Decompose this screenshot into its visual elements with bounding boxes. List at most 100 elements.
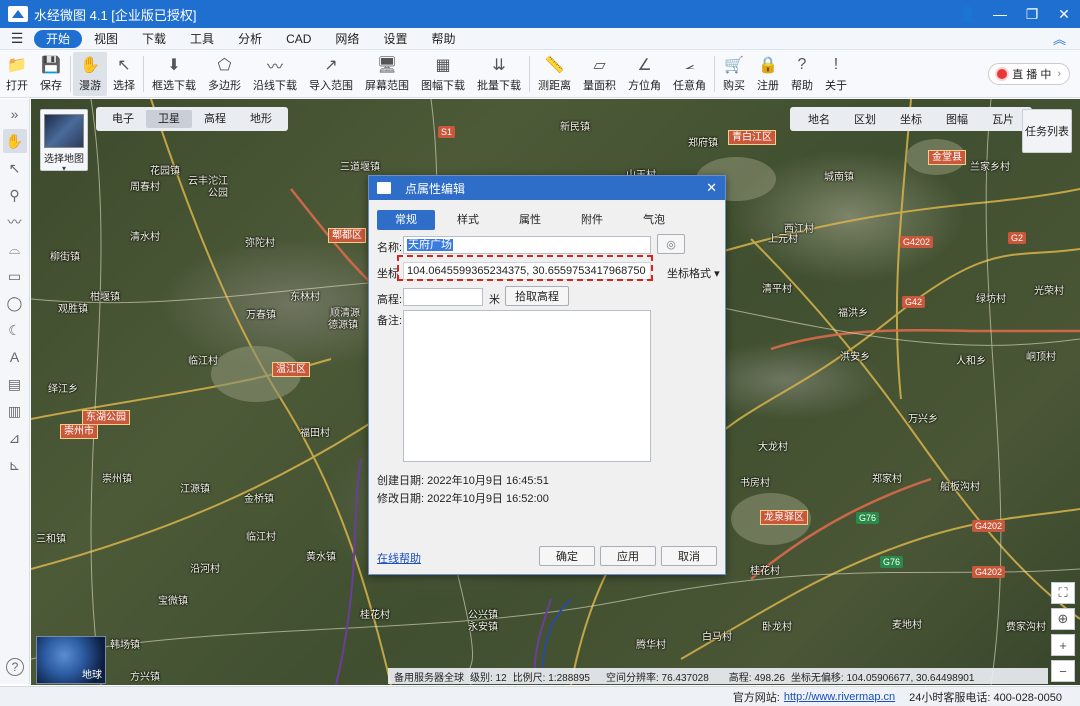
dialog-tab[interactable]: 常规 — [377, 210, 435, 230]
online-help-link[interactable]: 在线帮助 — [377, 550, 421, 566]
user-icon[interactable]: 👤 — [952, 0, 984, 28]
layer-option[interactable]: 区划 — [842, 111, 888, 127]
minimize-button[interactable]: — — [984, 0, 1016, 28]
menu-item[interactable]: 网络 — [323, 30, 371, 48]
map-place-label: 观胜镇 — [58, 304, 88, 315]
menu-item[interactable]: CAD — [274, 30, 323, 48]
map-selector[interactable]: 选择地图 ▾ — [40, 109, 88, 173]
layer-option[interactable]: 瓦片 — [980, 111, 1026, 127]
zoom-in-button[interactable]: + — [1051, 634, 1075, 656]
map-place-label: 白马村 — [702, 632, 732, 643]
toolbar-button[interactable]: ↗ 导入范围 — [303, 52, 359, 96]
marker-tool-icon[interactable]: ⚲ — [3, 183, 27, 207]
rail-collapse-icon[interactable]: » — [3, 102, 27, 126]
layer-toolbar: 地名 区划 坐标 图幅 瓦片 — [790, 107, 1032, 131]
pan-hand-icon[interactable]: ✋ — [2, 129, 27, 153]
toolbar-button-label: 测距离 — [538, 79, 571, 92]
note-textarea[interactable] — [403, 310, 651, 462]
angle-icon: ⦟ — [684, 55, 695, 73]
measure-tool-icon[interactable]: ▤ — [3, 372, 27, 396]
toolbar-button[interactable]: ↖ 选择 — [107, 52, 141, 96]
toolbar-button-label: 保存 — [40, 79, 62, 92]
area-tool-icon[interactable]: ▥ — [3, 399, 27, 423]
map-place-label: 桂花村 — [750, 566, 780, 577]
map-type-option[interactable]: 电子 — [100, 110, 146, 128]
apply-button[interactable]: 应用 — [600, 546, 656, 566]
polyline-tool-icon[interactable]: 〰 — [3, 210, 27, 234]
toolbar-button[interactable]: ⇊ 批量下载 — [471, 52, 527, 96]
toolbar-button[interactable]: ! 关于 — [819, 52, 853, 96]
status-server: 备用服务器全球 — [394, 672, 464, 684]
toolbar-button[interactable]: 🛒 购买 — [717, 52, 751, 96]
ok-button[interactable]: 确定 — [539, 546, 595, 566]
toolbar-button[interactable]: 📁 打开 — [0, 52, 34, 96]
coord-format-dropdown[interactable]: 坐标格式 ▾ — [667, 265, 720, 281]
dialog-tab[interactable]: 属性 — [501, 210, 559, 230]
locate-icon[interactable]: ⊕ — [1051, 608, 1075, 630]
restore-button[interactable]: ❐ — [1016, 0, 1048, 28]
dialog-tab[interactable]: 附件 — [563, 210, 621, 230]
elevation-input[interactable] — [403, 288, 483, 306]
map-type-option[interactable]: 地形 — [238, 110, 284, 128]
name-input[interactable]: 天府广场 — [403, 236, 651, 254]
dialog-title-bar[interactable]: 点属性编辑 ✕ — [369, 176, 725, 200]
live-stream-badge[interactable]: 直 播 中 › — [988, 62, 1070, 85]
pick-elevation-button[interactable]: 拾取高程 — [505, 286, 569, 306]
polygon-tool-icon[interactable]: ⌓ — [3, 237, 27, 261]
toolbar-button-label: 购买 — [723, 79, 745, 92]
toolbar-button[interactable]: ⬇ 框选下载 — [146, 52, 202, 96]
toolbar-button[interactable]: 🔒 注册 — [751, 52, 785, 96]
help-icon: ? — [797, 55, 807, 73]
toolbar-button[interactable]: ▱ 量面积 — [577, 52, 622, 96]
circle-tool-icon[interactable]: ◯ — [3, 291, 27, 315]
toolbar-button[interactable]: 💾 保存 — [34, 52, 68, 96]
hamburger-menu-icon[interactable]: ☰ — [0, 30, 34, 47]
map-type-option[interactable]: 卫星 — [146, 110, 192, 128]
menu-item[interactable]: 下载 — [130, 30, 178, 48]
fullscreen-icon[interactable]: ⛶ — [1051, 582, 1075, 604]
crescent-tool-icon[interactable]: ☾ — [3, 318, 27, 342]
toolbar-button[interactable]: ∠ 方位角 — [622, 52, 667, 96]
globe-minimap[interactable]: 地球 — [36, 636, 106, 684]
symbol-picker-button[interactable]: ◎ — [657, 234, 685, 254]
map-place-label: 清平村 — [762, 284, 792, 295]
dialog-tab[interactable]: 气泡 — [625, 210, 683, 230]
text-tool-icon[interactable]: A — [3, 345, 27, 369]
select-arrow-icon[interactable]: ↖ — [3, 156, 27, 180]
hand-icon: ✋ — [80, 56, 100, 74]
toolbar-button[interactable]: ⦟ 任意角 — [667, 52, 712, 96]
close-button[interactable]: ✕ — [1048, 0, 1080, 28]
menu-item[interactable]: 开始 — [34, 29, 83, 48]
toolbar-button[interactable]: ✋ 漫游 — [73, 51, 107, 96]
toolbar-button[interactable]: 〰沿线下载 — [247, 52, 303, 96]
info-icon: ! — [833, 55, 839, 73]
toolbar-button[interactable]: 📏 测距离 — [532, 52, 577, 96]
menu-item[interactable]: 视图 — [82, 30, 130, 48]
site-link[interactable]: http://www.rivermap.cn — [784, 691, 895, 703]
task-list-button[interactable]: 任务列表 — [1022, 109, 1072, 153]
dialog-tab[interactable]: 样式 — [439, 210, 497, 230]
angle-tool-icon[interactable]: ⊾ — [3, 453, 27, 477]
collapse-ribbon-icon[interactable]: ︽ — [1053, 29, 1066, 48]
menu-item[interactable]: 帮助 — [419, 30, 467, 48]
layer-option[interactable]: 坐标 — [888, 111, 934, 127]
map-place-label: 光荣村 — [1034, 286, 1064, 297]
rectangle-tool-icon[interactable]: ▭ — [3, 264, 27, 288]
layer-option[interactable]: 图幅 — [934, 111, 980, 127]
toolbar-button-label: 图幅下载 — [421, 79, 465, 92]
zoom-out-button[interactable]: − — [1051, 660, 1075, 682]
help-circle-icon[interactable]: ? — [6, 658, 24, 676]
map-type-option[interactable]: 高程 — [192, 110, 238, 128]
menu-item[interactable]: 设置 — [371, 30, 419, 48]
azimuth-tool-icon[interactable]: ⊿ — [3, 426, 27, 450]
toolbar-button[interactable]: ⬠ 多边形 — [202, 52, 247, 96]
menu-item[interactable]: 分析 — [226, 30, 274, 48]
toolbar-button[interactable]: 🖥 屏幕范围 — [359, 52, 415, 96]
caret-down-icon: ▾ — [714, 268, 720, 280]
toolbar-button[interactable]: ? 帮助 — [785, 52, 819, 96]
dialog-close-icon[interactable]: ✕ — [706, 180, 717, 196]
layer-option[interactable]: 地名 — [796, 111, 842, 127]
toolbar-button[interactable]: ▦ 图幅下载 — [415, 52, 471, 96]
menu-item[interactable]: 工具 — [178, 30, 226, 48]
cancel-button[interactable]: 取消 — [661, 546, 717, 566]
